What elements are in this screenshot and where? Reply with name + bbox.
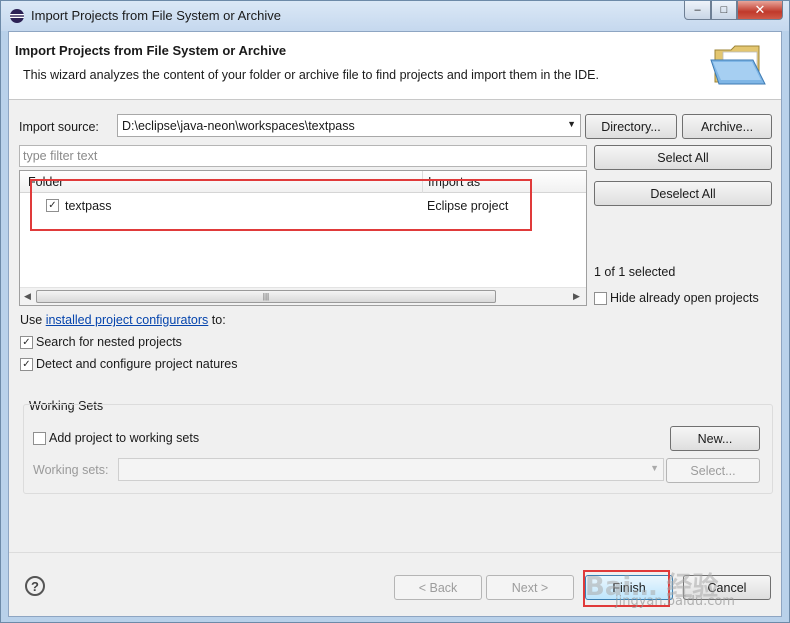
scroll-left-icon[interactable]: ◀ xyxy=(24,291,31,302)
add-to-working-sets-label[interactable]: Add project to working sets xyxy=(49,431,199,445)
working-sets-combo[interactable]: ▼ xyxy=(118,458,664,481)
chevron-down-icon[interactable]: ▼ xyxy=(650,463,659,473)
table-row[interactable]: ✓ textpass Eclipse project xyxy=(20,195,586,217)
open-folder-icon xyxy=(710,45,766,85)
close-button[interactable]: ✕ xyxy=(737,1,783,20)
finish-button[interactable]: Finish xyxy=(585,575,673,600)
scroll-right-icon[interactable]: ▶ xyxy=(573,291,580,302)
row-folder-name: textpass xyxy=(65,199,112,213)
hide-open-checkbox[interactable] xyxy=(594,292,607,305)
filter-field[interactable] xyxy=(19,145,587,167)
horizontal-scrollbar[interactable]: ◀ ||| ▶ xyxy=(20,287,586,305)
select-working-sets-button[interactable]: Select... xyxy=(666,458,760,483)
directory-button[interactable]: Directory... xyxy=(585,114,677,139)
nested-projects-label[interactable]: Search for nested projects xyxy=(36,335,182,349)
add-to-working-sets-checkbox[interactable] xyxy=(33,432,46,445)
cancel-button[interactable]: Cancel xyxy=(683,575,771,600)
column-header-folder[interactable]: Folder xyxy=(28,175,63,189)
dialog-window: Import Projects from File System or Arch… xyxy=(0,0,790,623)
column-divider[interactable] xyxy=(422,171,423,193)
import-source-value: D:\eclipse\java-neon\workspaces\textpass xyxy=(122,119,355,133)
hide-open-label[interactable]: Hide already open projects xyxy=(610,291,759,305)
table-header: Folder Import as xyxy=(20,171,586,193)
row-import-as: Eclipse project xyxy=(427,199,509,213)
column-header-import-as[interactable]: Import as xyxy=(428,175,480,189)
maximize-button[interactable]: □ xyxy=(711,1,737,20)
archive-button[interactable]: Archive... xyxy=(682,114,772,139)
chevron-down-icon[interactable]: ▼ xyxy=(567,119,576,129)
back-button[interactable]: < Back xyxy=(394,575,482,600)
installed-configurators-link[interactable]: installed project configurators xyxy=(46,313,209,327)
configurators-prefix: Use xyxy=(20,313,46,327)
help-icon[interactable]: ? xyxy=(25,576,45,596)
selection-status: 1 of 1 selected xyxy=(594,265,676,279)
scrollbar-thumb[interactable]: ||| xyxy=(36,290,496,303)
eclipse-icon xyxy=(10,9,24,23)
dialog-client-area: Import Projects from File System or Arch… xyxy=(8,31,782,617)
configurators-suffix: to: xyxy=(208,313,226,327)
nested-projects-checkbox[interactable]: ✓ xyxy=(20,336,33,349)
working-sets-label: Working sets: xyxy=(33,463,109,477)
minimize-button[interactable]: – xyxy=(684,1,711,20)
new-working-set-button[interactable]: New... xyxy=(670,426,760,451)
import-source-label: Import source: xyxy=(19,120,99,134)
wizard-description: This wizard analyzes the content of your… xyxy=(23,68,599,82)
import-source-combo[interactable]: D:\eclipse\java-neon\workspaces\textpass… xyxy=(117,114,581,137)
next-button[interactable]: Next > xyxy=(486,575,574,600)
projects-table: Folder Import as ✓ textpass Eclipse proj… xyxy=(19,170,587,306)
detect-natures-checkbox[interactable]: ✓ xyxy=(20,358,33,371)
row-checkbox[interactable]: ✓ xyxy=(46,199,59,212)
filter-input[interactable] xyxy=(20,146,586,166)
detect-natures-label[interactable]: Detect and configure project natures xyxy=(36,357,238,371)
window-title: Import Projects from File System or Arch… xyxy=(31,8,281,23)
window-controls: – □ ✕ xyxy=(684,1,783,20)
title-bar[interactable]: Import Projects from File System or Arch… xyxy=(1,1,789,31)
wizard-header: Import Projects from File System or Arch… xyxy=(9,32,781,100)
deselect-all-button[interactable]: Deselect All xyxy=(594,181,772,206)
footer-divider xyxy=(9,552,781,553)
configurators-sentence: Use installed project configurators to: xyxy=(20,313,226,327)
select-all-button[interactable]: Select All xyxy=(594,145,772,170)
wizard-title: Import Projects from File System or Arch… xyxy=(15,43,287,58)
